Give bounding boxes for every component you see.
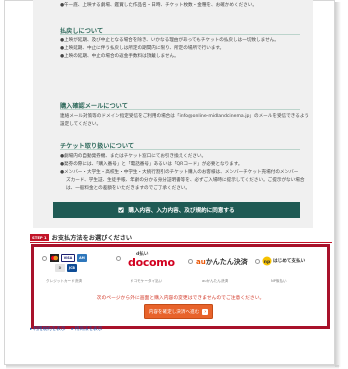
refund-line: ●上映が延期、及び中止となる場合を除き、いかなる理由があってもチケットの払戻しは… — [60, 38, 279, 43]
footer-links: 利用規約を表示 特商法を表示 — [30, 326, 102, 332]
payment-heading: STEP 1 お支払方法をお選びください — [30, 233, 132, 242]
ticket-line: ズカード、学生証、生徒手帳、年齢の分かる身分証明書等を、必ずご入場時に提示してく… — [66, 178, 305, 183]
payment-option-credit[interactable]: VISA AM D JCB クレジットカード決済 — [42, 250, 112, 290]
credit-label: クレジットカード決済 — [46, 279, 82, 283]
refund-line: ●上映の延期、中止の場合の返金手数料は頂戴しません。 — [60, 54, 179, 59]
visa-icon: VISA — [61, 254, 75, 262]
au-label: auかんたん決済 — [202, 279, 229, 283]
amex-icon: AM — [77, 254, 87, 262]
agree-button[interactable]: 購入内容、入力内容、及び規約に同意する — [53, 202, 300, 218]
agree-button-label: 購入内容、入力内容、及び規約に同意する — [128, 208, 235, 214]
mastercard-circles-icon — [50, 254, 59, 262]
mail-line: 設定してください。 — [60, 122, 102, 127]
diners-icon: D — [55, 264, 65, 272]
ticket-rule — [60, 149, 300, 150]
radio-docomo[interactable] — [116, 256, 121, 261]
terms-link[interactable]: 利用規約を表示 — [30, 326, 65, 332]
ticket-line: ●劇場内の自動発券機、またはチケット窓口にてお引き換えください。 — [60, 154, 207, 159]
arrow-right-icon: › — [202, 308, 209, 315]
payment-option-docomo[interactable]: d払い docomo ドコモケータイ払い — [116, 250, 186, 290]
mail-rule — [60, 109, 300, 110]
visa-text: VISA — [63, 256, 73, 260]
top-note: ●午ー底、上映する劇場、鑑賞した作品名・日時、チケット枚数・金種を、お確かめくだ… — [60, 3, 257, 8]
au-logo: auかんたん決済 — [196, 257, 248, 267]
frame-shadow-right — [335, 2, 341, 367]
au-prefix: au — [196, 258, 206, 266]
ticket-line: は、一般料金との差額をいただきますのでご了承ください。 — [66, 186, 190, 191]
radio-au[interactable] — [188, 259, 193, 264]
svg-text:np: np — [264, 260, 271, 265]
radio-np[interactable] — [255, 259, 260, 264]
payment-title: お支払方法をお選びください — [51, 235, 133, 242]
mastercard-icon — [50, 254, 59, 262]
np-label: NP後払い — [271, 279, 287, 283]
np-logo-icon: np — [262, 256, 272, 266]
mail-line: 連絡メール対策等のドメイン指定受信をご利用の場合は「info@online-mi… — [60, 114, 310, 119]
radio-credit[interactable] — [42, 256, 47, 261]
proceed-to-payment-button[interactable]: 内容を確定し決済へ進む › — [144, 304, 213, 319]
docomo-label: ドコモケータイ払い — [130, 279, 163, 283]
proceed-label: 内容を確定し決済へ進む — [148, 309, 200, 315]
refund-line: ●上映延期、中止に伴う払戻しは所定の期間内に限り、所定の場所で行います。 — [60, 46, 225, 51]
ticket-line: ●発券の際には、「購入番号」と「電話番号」あるいは「QRコード」が必要となります… — [60, 162, 243, 167]
au-word: かんたん決済 — [205, 258, 248, 266]
np-text: はじめて支払い — [273, 259, 306, 264]
frame-shadow-bottom — [6, 365, 339, 369]
payment-option-np[interactable]: np はじめて支払い NP後払い — [255, 250, 325, 290]
payment-option-au[interactable]: auかんたん決済 auかんたん決済 — [188, 250, 258, 290]
step-badge: STEP 1 — [30, 234, 49, 241]
commerce-law-link[interactable]: 特商法を表示 — [71, 326, 103, 332]
jcb-icon: JCB — [67, 264, 77, 272]
checkbox-icon — [118, 207, 124, 213]
docomo-logo: docomo — [128, 256, 175, 269]
refund-rule — [60, 34, 300, 35]
payment-rule — [30, 242, 332, 243]
payment-notice: 次のページから外に画面と購入内容の変更はできませんのでご注意ください。 — [96, 296, 265, 301]
ticket-line: ●メンバー・大学生・高校生・中学生・大統行割引のチケット購入のお客様は、メンバー… — [60, 170, 299, 175]
